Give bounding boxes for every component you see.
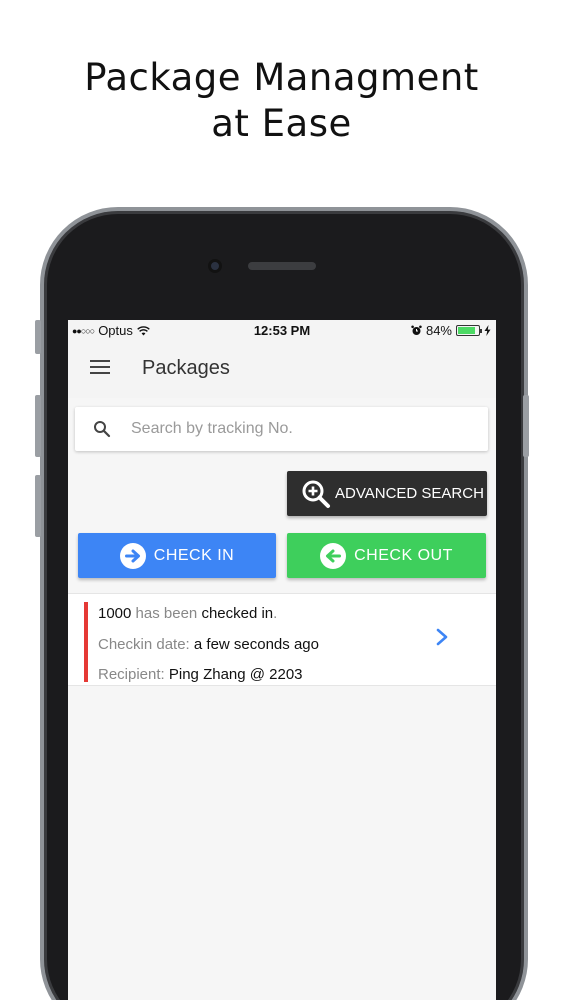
advanced-search-button[interactable]: ADVANCED SEARCH: [287, 471, 487, 516]
recipient-label: Recipient:: [98, 666, 169, 683]
advanced-search-label: ADVANCED SEARCH: [335, 485, 484, 502]
front-camera: [208, 259, 222, 273]
checkin-date-value: a few seconds ago: [193, 636, 319, 653]
promo-headline: Package Managment at Ease: [0, 55, 563, 147]
earpiece-speaker: [248, 262, 316, 270]
battery-icon: [456, 325, 482, 336]
phone-power-button: [523, 395, 529, 457]
check-in-label: CHECK IN: [153, 546, 235, 564]
app-bar: Packages: [68, 340, 496, 398]
search-bar: [75, 407, 488, 451]
check-out-button[interactable]: CHECK OUT: [287, 533, 486, 578]
notification-accent-bar: [84, 602, 88, 682]
phone-mute-switch: [35, 320, 41, 354]
search-input[interactable]: [131, 417, 471, 441]
has-been-text: has been: [131, 605, 202, 622]
battery-level-fill: [458, 327, 475, 334]
battery-percent: 84%: [425, 323, 452, 338]
notification-summary: 1000 has been checked in.: [98, 605, 277, 622]
recipient-value: Ping Zhang @ 2203: [168, 666, 303, 683]
phone-screen: ●●○○○ Optus 12:53 PM 84% Packages Search…: [68, 320, 496, 1000]
charging-icon: [484, 325, 491, 336]
checkin-date-label: Checkin date:: [98, 636, 194, 653]
checkin-notification-card[interactable]: 1000 has been checked in. Checkin date: …: [68, 593, 496, 686]
arrow-left-circle-icon: [320, 542, 347, 569]
phone-volume-up: [35, 395, 41, 457]
alarm-icon: [411, 325, 422, 335]
arrow-right-circle-icon: [119, 542, 146, 569]
recipient-row: Recipient: Ping Zhang @ 2203: [98, 666, 303, 683]
check-in-button[interactable]: CHECK IN: [78, 533, 276, 578]
status-bar: ●●○○○ Optus 12:53 PM 84%: [68, 320, 496, 340]
package-action: checked in: [201, 605, 274, 622]
search-icon: [94, 421, 111, 438]
zoom-in-icon: [302, 480, 330, 508]
promo-headline-line2: at Ease: [211, 102, 352, 145]
chevron-right-icon[interactable]: [435, 627, 449, 647]
hamburger-menu-icon[interactable]: [90, 360, 110, 376]
checkin-date-row: Checkin date: a few seconds ago: [98, 636, 319, 653]
phone-volume-down: [35, 475, 41, 537]
summary-period: .: [273, 605, 278, 622]
page-title: Packages: [142, 357, 230, 379]
promo-headline-line1: Package Managment: [84, 56, 479, 99]
main-content: ADVANCED SEARCH CHECK IN CHECK OUT 1000 …: [68, 398, 496, 1000]
package-id: 1000: [98, 605, 132, 622]
status-bar-right: 84%: [411, 323, 491, 338]
check-out-label: CHECK OUT: [354, 546, 453, 564]
